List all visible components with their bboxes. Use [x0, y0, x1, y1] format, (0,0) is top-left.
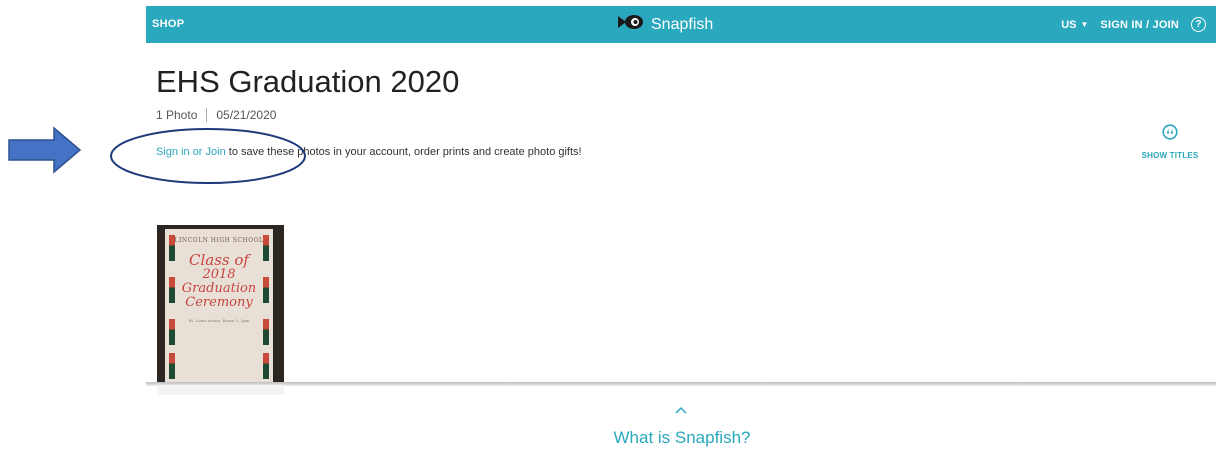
right-nav: US ▼ SIGN IN / JOIN ? [1061, 6, 1206, 43]
album-meta: 1 Photo 05/21/2020 [156, 108, 276, 122]
shop-link[interactable]: SHOP [152, 6, 184, 43]
chevron-up-icon[interactable] [674, 402, 688, 420]
brand-logo[interactable]: Snapfish [616, 6, 713, 43]
meta-divider [206, 108, 208, 122]
card-line-2: 2018 [202, 267, 236, 282]
graduation-card-image: LINCOLN HIGH SCHOOL Class of 2018 Gradua… [165, 229, 273, 383]
fish-logo-icon [616, 13, 646, 36]
card-line-4: Ceremony [185, 295, 253, 310]
album-date: 05/21/2020 [216, 108, 277, 122]
chevron-down-icon: ▼ [1080, 20, 1089, 29]
photo-count: 1 Photo [156, 108, 198, 122]
card-school: LINCOLN HIGH SCHOOL [174, 237, 264, 244]
annotation-arrow-icon [8, 126, 82, 181]
card-small-text: St. Louis Arena, Room 3, 2pm [188, 318, 250, 323]
card-line-3: Graduation [181, 281, 257, 296]
sign-in-join-link[interactable]: SIGN IN / JOIN [1100, 19, 1179, 31]
candle-decoration [169, 353, 175, 379]
region-selector[interactable]: US ▼ [1061, 19, 1088, 31]
photo-caption-area [157, 385, 284, 395]
quote-bubble-icon [1162, 124, 1178, 145]
brand-name: Snapfish [651, 15, 714, 33]
section-divider [146, 382, 1216, 386]
candle-decoration [263, 353, 269, 379]
top-nav-bar: SHOP Snapfish US ▼ SIGN IN / JOIN ? [146, 6, 1216, 43]
photo-thumbnail[interactable]: LINCOLN HIGH SCHOOL Class of 2018 Gradua… [157, 225, 284, 385]
show-titles-label: SHOW TITLES [1141, 151, 1199, 160]
help-icon[interactable]: ? [1191, 17, 1206, 32]
annotation-circle [109, 126, 309, 191]
what-is-snapfish-link[interactable]: What is Snapfish? [0, 428, 1216, 448]
album-title: EHS Graduation 2020 [156, 64, 460, 99]
region-label: US [1061, 18, 1077, 31]
show-titles-button[interactable]: SHOW TITLES [1140, 124, 1200, 160]
page: SHOP Snapfish US ▼ SIGN IN / JOIN ? EHS … [0, 0, 1216, 470]
card-line-1: Class of [189, 251, 249, 269]
card-text: LINCOLN HIGH SCHOOL Class of 2018 Gradua… [165, 229, 273, 324]
